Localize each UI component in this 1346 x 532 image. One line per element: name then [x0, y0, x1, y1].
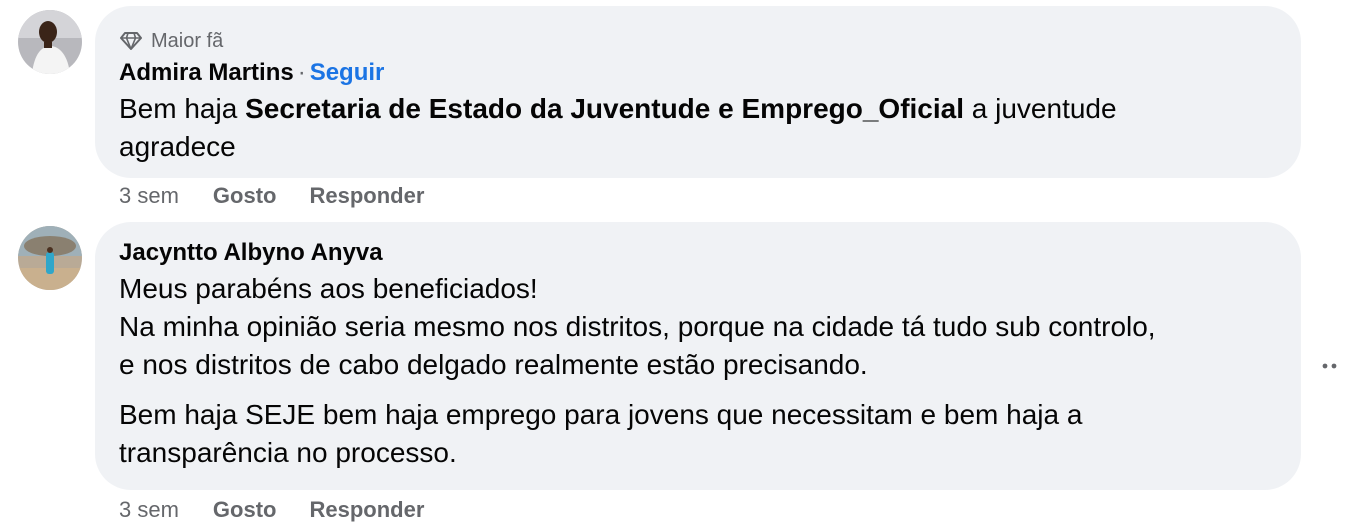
comment-bubble: Jacyntto Albyno Anyva Meus parabéns aos …: [95, 222, 1301, 490]
comment-text: Meus parabéns aos beneficiados! Na minha…: [119, 270, 1277, 472]
reply-button[interactable]: Responder: [309, 497, 424, 523]
author-name[interactable]: Admira Martins: [119, 59, 294, 86]
avatar[interactable]: [18, 226, 82, 290]
like-button[interactable]: Gosto: [213, 497, 277, 523]
badge-label: Maior fã: [151, 29, 224, 52]
timestamp[interactable]: 3 sem: [119, 183, 179, 209]
author-row: Admira Martins · Seguir: [119, 56, 1277, 90]
reply-button[interactable]: Responder: [309, 183, 424, 209]
comment-text-part: agradece: [119, 131, 236, 162]
comment-text-part: Bem haja: [119, 93, 246, 124]
mentioned-page[interactable]: Secretaria de Estado da Juventude e Empr…: [245, 93, 964, 124]
diamond-icon: [120, 32, 142, 50]
comment-bubble: Maior fã Admira Martins · Seguir Bem haja …: [95, 6, 1301, 178]
more-options-button[interactable]: [1322, 350, 1340, 376]
avatar[interactable]: [18, 10, 82, 74]
comment-line: Na minha opinião seria mesmo nos distrit…: [119, 311, 1156, 342]
comment-line: e nos distritos de cabo delgado realment…: [119, 349, 868, 380]
comment-line: transparência no processo.: [119, 437, 457, 468]
comment-line: Meus parabéns aos beneficiados!: [119, 273, 538, 304]
separator-dot: ·: [297, 59, 306, 86]
comment-paragraph-2: Bem haja SEJE bem haja emprego para jove…: [119, 396, 1277, 472]
follow-button[interactable]: Seguir: [310, 59, 385, 86]
comment-actions: 3 sem Gosto Responder: [119, 181, 457, 211]
comment-actions: 3 sem Gosto Responder: [119, 495, 457, 525]
comment-line: Bem haja SEJE bem haja emprego para jove…: [119, 399, 1083, 430]
author-row: Jacyntto Albyno Anyva: [119, 236, 1277, 270]
like-button[interactable]: Gosto: [213, 183, 277, 209]
comment-text: Bem haja Secretaria de Estado da Juventu…: [119, 90, 1277, 166]
timestamp[interactable]: 3 sem: [119, 497, 179, 523]
ellipsis-icon: [1322, 363, 1337, 369]
author-name[interactable]: Jacyntto Albyno Anyva: [119, 239, 383, 266]
comment-text-part: a juventude: [964, 93, 1117, 124]
top-fan-badge: Maior fã: [119, 26, 1277, 56]
